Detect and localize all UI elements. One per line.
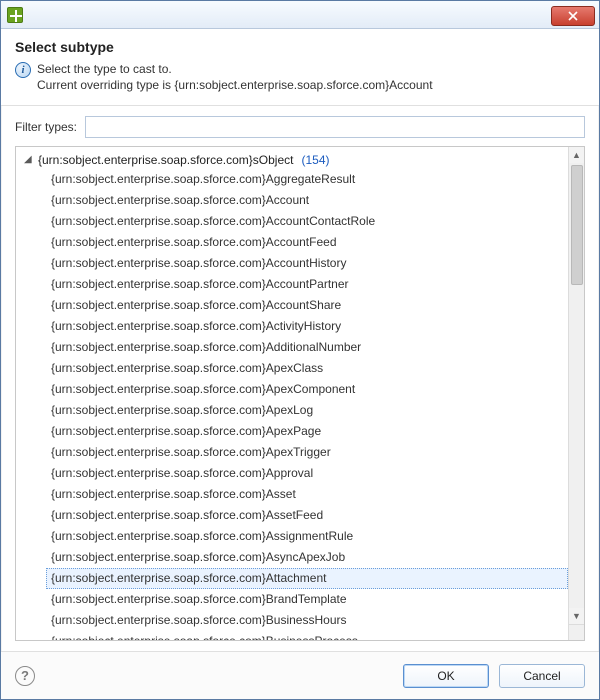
tree-item[interactable]: {urn:sobject.enterprise.soap.sforce.com}… bbox=[46, 631, 568, 640]
tree-item[interactable]: {urn:sobject.enterprise.soap.sforce.com}… bbox=[46, 526, 568, 547]
filter-input[interactable] bbox=[85, 116, 585, 138]
tree-item[interactable]: {urn:sobject.enterprise.soap.sforce.com}… bbox=[46, 358, 568, 379]
filter-row: Filter types: bbox=[1, 106, 599, 146]
titlebar bbox=[1, 1, 599, 29]
header-section: Select subtype Select the type to cast t… bbox=[1, 29, 599, 106]
scroll-up-button[interactable]: ▲ bbox=[569, 147, 585, 163]
scrollbar-corner bbox=[568, 624, 584, 640]
ok-button[interactable]: OK bbox=[403, 664, 489, 688]
page-title: Select subtype bbox=[15, 39, 585, 55]
scroll-thumb[interactable] bbox=[571, 165, 583, 285]
tree-item[interactable]: {urn:sobject.enterprise.soap.sforce.com}… bbox=[46, 253, 568, 274]
collapse-icon[interactable]: ◢ bbox=[24, 155, 34, 165]
tree-root-label: {urn:sobject.enterprise.soap.sforce.com}… bbox=[38, 153, 293, 167]
type-tree: ◢ {urn:sobject.enterprise.soap.sforce.co… bbox=[15, 146, 585, 641]
tree-children: {urn:sobject.enterprise.soap.sforce.com}… bbox=[20, 169, 568, 640]
tree-item[interactable]: {urn:sobject.enterprise.soap.sforce.com}… bbox=[46, 169, 568, 190]
tree-item[interactable]: {urn:sobject.enterprise.soap.sforce.com}… bbox=[46, 337, 568, 358]
close-button[interactable] bbox=[551, 6, 595, 26]
tree-item[interactable]: {urn:sobject.enterprise.soap.sforce.com}… bbox=[46, 442, 568, 463]
tree-item[interactable]: {urn:sobject.enterprise.soap.sforce.com}… bbox=[46, 379, 568, 400]
scroll-track[interactable] bbox=[569, 163, 585, 608]
filter-label: Filter types: bbox=[15, 120, 77, 134]
dialog-footer: ? OK Cancel bbox=[1, 651, 599, 699]
tree-item[interactable]: {urn:sobject.enterprise.soap.sforce.com}… bbox=[46, 274, 568, 295]
tree-item[interactable]: {urn:sobject.enterprise.soap.sforce.com}… bbox=[46, 190, 568, 211]
tree-item[interactable]: {urn:sobject.enterprise.soap.sforce.com}… bbox=[46, 232, 568, 253]
tree-item[interactable]: {urn:sobject.enterprise.soap.sforce.com}… bbox=[46, 484, 568, 505]
tree-root-count: (154) bbox=[301, 153, 329, 167]
scroll-down-button[interactable]: ▼ bbox=[569, 608, 585, 624]
tree-item[interactable]: {urn:sobject.enterprise.soap.sforce.com}… bbox=[46, 505, 568, 526]
tree-item[interactable]: {urn:sobject.enterprise.soap.sforce.com}… bbox=[46, 295, 568, 316]
tree-root-node[interactable]: ◢ {urn:sobject.enterprise.soap.sforce.co… bbox=[20, 151, 568, 169]
info-line-2: Current overriding type is {urn:sobject.… bbox=[37, 78, 433, 92]
tree-item[interactable]: {urn:sobject.enterprise.soap.sforce.com}… bbox=[46, 211, 568, 232]
dialog-window: Select subtype Select the type to cast t… bbox=[0, 0, 600, 700]
header-description: Select the type to cast to. Current over… bbox=[37, 61, 433, 93]
tree-scroll-area[interactable]: ◢ {urn:sobject.enterprise.soap.sforce.co… bbox=[16, 147, 568, 640]
close-icon bbox=[568, 11, 578, 21]
app-icon bbox=[7, 7, 23, 23]
tree-item[interactable]: {urn:sobject.enterprise.soap.sforce.com}… bbox=[46, 589, 568, 610]
help-icon: ? bbox=[21, 668, 29, 683]
info-line-1: Select the type to cast to. bbox=[37, 62, 172, 76]
tree-item[interactable]: {urn:sobject.enterprise.soap.sforce.com}… bbox=[46, 547, 568, 568]
tree-item[interactable]: {urn:sobject.enterprise.soap.sforce.com}… bbox=[46, 316, 568, 337]
help-button[interactable]: ? bbox=[15, 666, 35, 686]
vertical-scrollbar[interactable]: ▲ ▼ bbox=[568, 147, 584, 624]
tree-item[interactable]: {urn:sobject.enterprise.soap.sforce.com}… bbox=[46, 463, 568, 484]
tree-item[interactable]: {urn:sobject.enterprise.soap.sforce.com}… bbox=[46, 610, 568, 631]
tree-item[interactable]: {urn:sobject.enterprise.soap.sforce.com}… bbox=[46, 568, 568, 589]
tree-item[interactable]: {urn:sobject.enterprise.soap.sforce.com}… bbox=[46, 400, 568, 421]
info-icon bbox=[15, 62, 31, 78]
cancel-button[interactable]: Cancel bbox=[499, 664, 585, 688]
tree-item[interactable]: {urn:sobject.enterprise.soap.sforce.com}… bbox=[46, 421, 568, 442]
